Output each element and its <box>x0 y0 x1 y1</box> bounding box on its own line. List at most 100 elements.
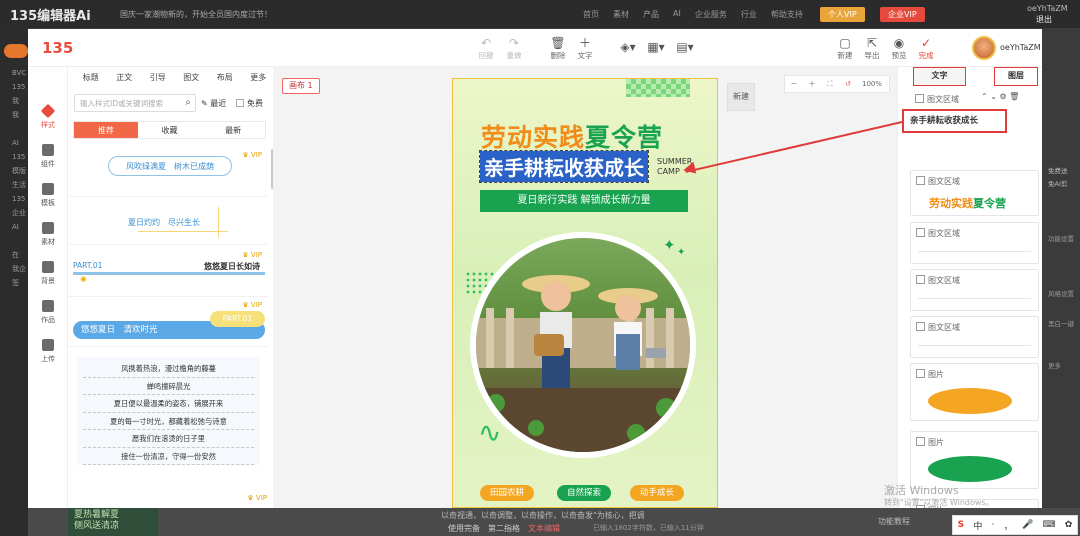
sidebar-item-materials[interactable]: 素材 <box>28 222 68 247</box>
bg-nav-item[interactable]: AI <box>673 9 681 20</box>
poster-canvas[interactable]: 劳动实践夏令营 亲手耕耘收获成长 SUMMER CAMP 夏日躬行实践 解锁成长新… <box>452 78 718 508</box>
right-layers-panel: 文字 图层 图文区域 ⌃ ⌄ ⚙ 🗑 亲手耕耘收获成长 图文区域 劳动实践夏令营… <box>897 67 1042 508</box>
bg-nav-item[interactable]: 首页 <box>583 9 599 20</box>
layer-item[interactable]: 图文区域 <box>910 316 1039 358</box>
recent-toggle[interactable]: ✎ 最近 <box>201 98 226 109</box>
new-button[interactable]: ▢ 新建 <box>831 37 859 61</box>
tab-layers[interactable]: 图层 <box>994 67 1038 86</box>
document-dropdown[interactable]: ▤▾ <box>671 41 699 54</box>
bg-bottom-tool[interactable]: 第二指格 <box>488 523 520 534</box>
bg-nav-item[interactable]: 行业 <box>741 9 757 20</box>
zoom-out-icon[interactable]: － <box>785 79 803 89</box>
zoom-in-icon[interactable]: ＋ <box>803 79 821 89</box>
tab-latest[interactable]: 最新 <box>201 122 265 138</box>
tab-more[interactable]: 更多 <box>242 71 274 85</box>
layer-item[interactable]: 图片 <box>910 363 1039 421</box>
new-canvas-button[interactable]: 新建 <box>727 83 755 111</box>
sidebar-item-upload[interactable]: 上传 <box>28 339 68 364</box>
undo-button[interactable]: ↶ 回撤 <box>472 37 500 61</box>
sidebar-item-templates[interactable]: 模板 <box>28 183 68 208</box>
tab-guide[interactable]: 引导 <box>141 71 175 85</box>
sidebar-item-background[interactable]: 背景 <box>28 261 68 286</box>
done-button[interactable]: ✓ 完成 <box>912 37 940 61</box>
avatar[interactable] <box>972 36 996 60</box>
reset-icon[interactable]: ↺ <box>839 80 857 88</box>
ime-mode[interactable]: 中 <box>973 519 982 532</box>
tab-layout[interactable]: 布局 <box>208 71 242 85</box>
children-gardening-illustration <box>476 275 690 452</box>
tab-favorites[interactable]: 收藏 <box>138 122 202 138</box>
poster-banner[interactable]: 夏日躬行实践 解锁成长新力量 <box>480 190 688 212</box>
trash-icon[interactable]: 🗑 <box>1009 92 1019 101</box>
add-text-button[interactable]: ＋文字 <box>571 37 599 61</box>
search-input[interactable]: 输入样式ID或关键词搜索 ⌕ <box>74 94 196 112</box>
style-card[interactable]: ♛ VIP 悠悠夏日 清欢时光 PART.01 <box>68 297 268 347</box>
bg-vip-button[interactable]: 个人VIP <box>820 7 865 22</box>
style-poem-card[interactable]: 风携着热浪，漫过檐角的藤蔓 蝉鸣撞碎晨光 夏日便以最温柔的姿态，铺展开来 夏的每… <box>77 357 260 465</box>
bg-nav-item[interactable]: 帮助支持 <box>771 9 803 20</box>
tab-image-text[interactable]: 图文 <box>175 71 209 85</box>
export-button[interactable]: ⇱ 导出 <box>858 37 886 61</box>
delete-button[interactable]: 🗑 删除 <box>544 37 572 61</box>
bg-nav-item[interactable]: 素材 <box>613 9 629 20</box>
ime-comma[interactable]: ， <box>1004 519 1013 532</box>
preview-button[interactable]: ◉ 预览 <box>885 37 913 61</box>
redo-button[interactable]: ↷ 重做 <box>500 37 528 61</box>
layer-label: 图文区域 <box>916 228 960 239</box>
poster-tag[interactable]: 自然探索 <box>557 485 612 501</box>
bg-bottom-link[interactable]: 功能教程 <box>878 516 910 527</box>
sogou-icon[interactable]: S <box>958 520 964 530</box>
bg-right-label[interactable]: 功能设置 <box>1048 233 1074 243</box>
zoom-level: 100% <box>861 80 882 88</box>
wand-icon: ✎ <box>201 99 211 108</box>
tab-body[interactable]: 正文 <box>108 71 142 85</box>
bg-nav-item[interactable]: 产品 <box>643 9 659 20</box>
ime-punct[interactable]: · <box>992 520 995 530</box>
layer-item[interactable]: 图文区域 <box>910 269 1039 311</box>
style-card[interactable]: 夏日灼灼 尽兴生长 <box>68 197 268 245</box>
free-checkbox[interactable]: 免费 <box>236 98 263 109</box>
layer-item[interactable]: 图文区域 劳动实践夏令营 <box>910 170 1039 216</box>
layers-dropdown[interactable]: ◈▾ <box>614 41 642 54</box>
skin-icon[interactable]: ✿ <box>1065 520 1073 530</box>
poster-tag[interactable]: 动手成长 <box>630 485 685 501</box>
tab-text[interactable]: 文字 <box>913 67 966 86</box>
selected-layer-text[interactable]: 亲手耕耘收获成长 <box>902 109 1007 133</box>
move-down-icon[interactable]: ⌄ <box>990 92 997 101</box>
style-card[interactable]: ♛ VIP 风吹绿满夏 树木已成荫 <box>68 147 268 197</box>
poster-tag[interactable]: 田园农耕 <box>480 485 535 501</box>
layer-item[interactable]: 图文区域 <box>910 222 1039 264</box>
bg-right-label[interactable]: 更多 <box>1048 360 1061 370</box>
layer-actions: ⌃ ⌄ ⚙ 🗑 <box>981 92 1019 101</box>
plus-icon: ＋ <box>578 36 591 50</box>
poster-subtitle-selected[interactable]: 亲手耕耘收获成长 <box>479 150 649 183</box>
keyboard-icon[interactable]: ⌨ <box>1042 520 1055 530</box>
sidebar-item-works[interactable]: 作品 <box>28 300 68 325</box>
sidebar-item-styles[interactable]: 样式 <box>28 103 68 130</box>
poster-title[interactable]: 劳动实践夏令营 <box>481 118 663 154</box>
layer-item[interactable]: 图文区域 ⌃ ⌄ ⚙ 🗑 <box>910 89 1039 109</box>
bg-sidebar-badge <box>4 44 28 58</box>
canvas-tab[interactable]: 画布 1 <box>282 78 320 94</box>
layer-item[interactable]: 图片 <box>910 431 1039 489</box>
bg-logout[interactable]: 退出 <box>1036 14 1052 25</box>
microphone-icon[interactable]: 🎤 <box>1022 520 1033 530</box>
bg-right-label[interactable]: 风格设置 <box>1048 288 1074 298</box>
style-card[interactable]: ♛ VIP PART.01 悠悠夏日长如诗 ✺ <box>68 245 268 297</box>
poster-photo-frame[interactable] <box>470 232 696 458</box>
bg-bottom-tool[interactable]: 使用完备 <box>448 523 480 534</box>
move-up-icon[interactable]: ⌃ <box>981 92 988 101</box>
style-part-label: PART.01 <box>210 311 265 327</box>
sidebar-item-components[interactable]: 组件 <box>28 144 68 169</box>
settings-icon[interactable]: ⚙ <box>1000 92 1007 101</box>
fit-icon[interactable]: ⛶ <box>821 80 839 89</box>
grid-dropdown[interactable]: ▦▾ <box>642 41 670 54</box>
bg-corp-vip-button[interactable]: 企业VIP <box>880 7 925 22</box>
tab-title[interactable]: 标题 <box>74 71 108 85</box>
bg-nav-item[interactable]: 企业服务 <box>695 9 727 20</box>
bg-bottom-tool[interactable]: 文本编辑 <box>528 523 560 534</box>
bg-right-label[interactable]: 黑白一键 <box>1048 318 1074 328</box>
windows-watermark-sub: 转到"设置"以激活 Windows。 <box>884 498 994 507</box>
tab-recommended[interactable]: 推荐 <box>74 122 138 138</box>
export-icon: ⇱ <box>866 36 878 50</box>
